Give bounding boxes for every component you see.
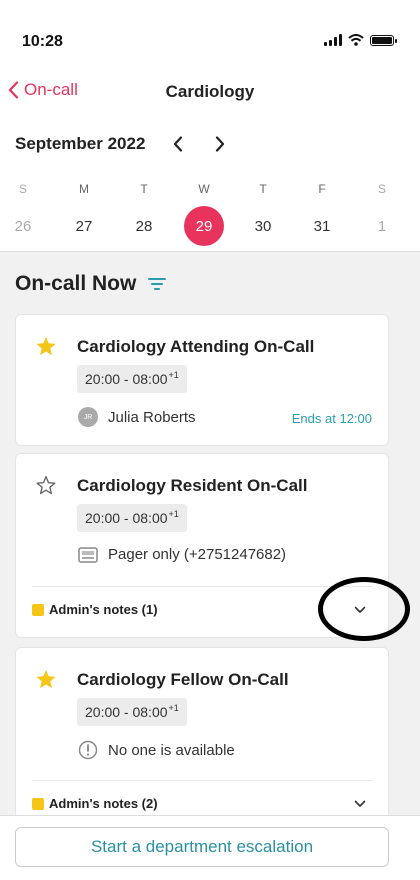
weekday-label: S bbox=[18, 182, 27, 196]
section-title: On-call Now bbox=[15, 272, 137, 295]
oncall-person[interactable]: JR Julia Roberts bbox=[78, 407, 196, 427]
wifi-icon bbox=[348, 34, 364, 46]
week-calendar: September 2022 S M T W T F S 26 27 28 29… bbox=[0, 126, 420, 252]
star-filled-icon[interactable] bbox=[35, 669, 57, 695]
section-header: On-call Now bbox=[15, 272, 167, 296]
oncall-card-attending[interactable]: Cardiology Attending On-Call 20:00 - 08:… bbox=[15, 314, 389, 446]
person-name: Julia Roberts bbox=[108, 408, 196, 426]
filter-icon[interactable] bbox=[148, 277, 167, 291]
admin-notes-row[interactable]: Admin's notes (1) bbox=[32, 586, 372, 632]
weekday-label: W bbox=[198, 182, 210, 196]
chevron-down-icon[interactable] bbox=[348, 598, 372, 622]
pager-text: Pager only (+2751247682) bbox=[108, 546, 287, 563]
admin-notes-left: Admin's notes (1) bbox=[32, 602, 158, 617]
card-title: Cardiology Attending On-Call bbox=[77, 337, 315, 356]
shift-time: 20:00 - 08:00 bbox=[85, 704, 168, 720]
date-cell[interactable]: 28 bbox=[124, 206, 164, 246]
note-icon bbox=[32, 603, 44, 616]
status-icons bbox=[324, 34, 397, 46]
back-button[interactable]: On-call bbox=[8, 80, 78, 100]
date-cell-selected[interactable]: 29 bbox=[184, 206, 224, 246]
pager-icon bbox=[78, 546, 98, 563]
availability-info: No one is available bbox=[78, 740, 235, 760]
weekday-label: F bbox=[318, 182, 326, 196]
availability-text: No one is available bbox=[108, 741, 235, 759]
shift-time-next-day: +1 bbox=[168, 509, 179, 519]
info-circle-icon bbox=[78, 740, 98, 760]
month-row: September 2022 bbox=[15, 132, 235, 156]
date-cell[interactable]: 26 bbox=[3, 206, 43, 246]
shift-time-next-day: +1 bbox=[168, 370, 179, 380]
shift-time: 20:00 - 08:00 bbox=[85, 371, 168, 387]
shift-time-chip: 20:00 - 08:00 +1 bbox=[77, 504, 187, 532]
avatar: JR bbox=[78, 407, 98, 427]
star-outline-icon[interactable] bbox=[35, 475, 57, 501]
date-cell[interactable]: 27 bbox=[64, 206, 104, 246]
pager-info: Pager only (+2751247682) bbox=[78, 546, 286, 563]
chevron-right-icon bbox=[216, 136, 225, 152]
card-title: Cardiology Resident On-Call bbox=[77, 476, 308, 495]
card-title: Cardiology Fellow On-Call bbox=[77, 670, 289, 689]
signal-icon bbox=[324, 34, 342, 46]
admin-notes-label: Admin's notes (2) bbox=[49, 796, 158, 811]
shift-time-next-day: +1 bbox=[168, 703, 179, 713]
start-escalation-button[interactable]: Start a department escalation bbox=[15, 827, 389, 867]
status-time: 10:28 bbox=[22, 33, 63, 50]
status-bar: 10:28 bbox=[0, 0, 420, 76]
weekday-label: S bbox=[377, 182, 386, 196]
admin-notes-label: Admin's notes (1) bbox=[49, 602, 158, 617]
admin-notes-left: Admin's notes (2) bbox=[32, 796, 158, 811]
date-cell[interactable]: 31 bbox=[302, 206, 342, 246]
weekday-label: M bbox=[79, 182, 89, 196]
chevron-left-icon bbox=[8, 81, 19, 99]
prev-month-button[interactable] bbox=[163, 132, 193, 156]
chevron-left-icon bbox=[174, 136, 183, 152]
shift-time-chip: 20:00 - 08:00 +1 bbox=[77, 698, 187, 726]
month-label: September 2022 bbox=[15, 134, 146, 153]
shift-time-chip: 20:00 - 08:00 +1 bbox=[77, 365, 187, 393]
oncall-card-fellow[interactable]: Cardiology Fellow On-Call 20:00 - 08:00 +… bbox=[15, 647, 389, 837]
weekday-label: T bbox=[259, 182, 267, 196]
star-filled-icon[interactable] bbox=[35, 336, 57, 362]
oncall-card-resident[interactable]: Cardiology Resident On-Call 20:00 - 08:0… bbox=[15, 453, 389, 638]
ends-at-label: Ends at 12:00 bbox=[291, 411, 372, 426]
date-cell[interactable]: 30 bbox=[243, 206, 283, 246]
battery-icon bbox=[370, 34, 397, 46]
note-icon bbox=[32, 797, 44, 810]
date-cell[interactable]: 1 bbox=[362, 206, 402, 246]
shift-time: 20:00 - 08:00 bbox=[85, 510, 168, 526]
bottom-bar: Start a department escalation bbox=[0, 815, 420, 880]
back-label: On-call bbox=[24, 80, 78, 99]
chevron-down-icon[interactable] bbox=[348, 792, 372, 816]
nav-bar: On-call Cardiology bbox=[0, 76, 420, 126]
weekday-label: T bbox=[140, 182, 148, 196]
next-month-button[interactable] bbox=[205, 132, 235, 156]
